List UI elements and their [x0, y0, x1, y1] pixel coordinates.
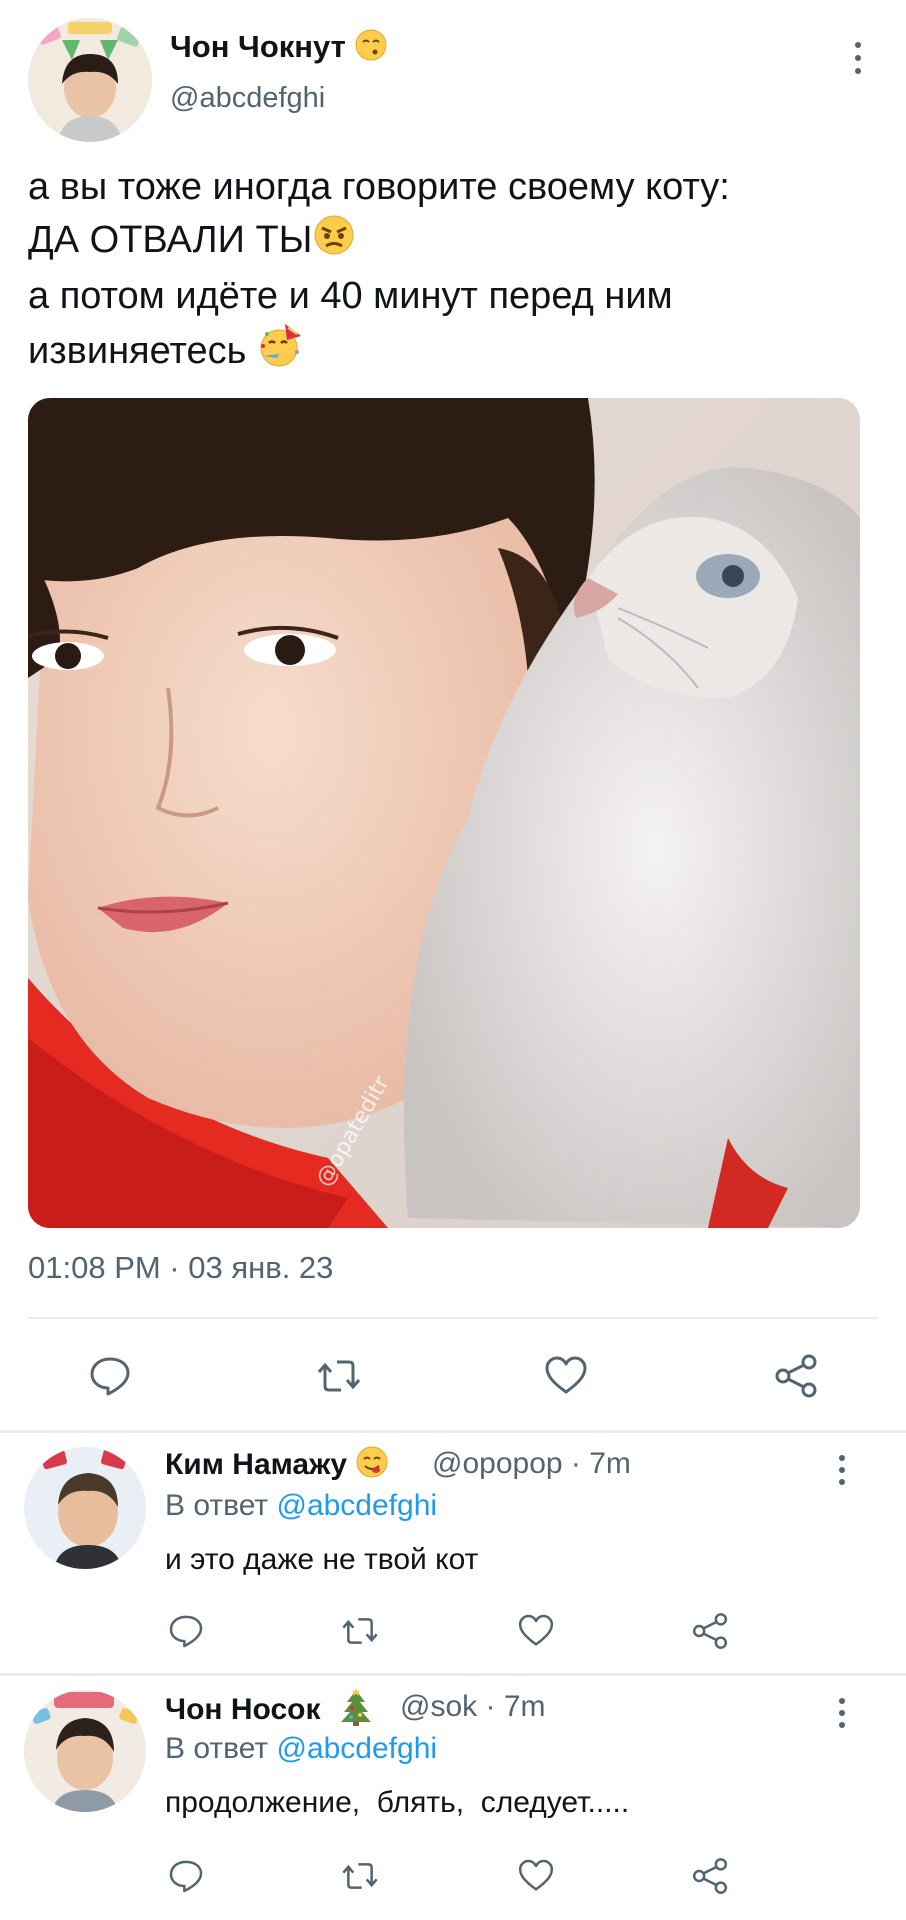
reply-time[interactable]: 7m [504, 1690, 546, 1723]
reply-handle[interactable]: @sok [400, 1690, 477, 1723]
more-options-icon[interactable] [846, 42, 870, 74]
like-icon[interactable] [542, 1352, 590, 1400]
reply-icon[interactable] [166, 1611, 206, 1651]
tweet-line-2-text: ДА ОТВАЛИ ТЫ [28, 219, 313, 262]
author-name[interactable]: Чон Чокнут [170, 28, 388, 70]
reply-time[interactable]: 7m [589, 1447, 631, 1480]
main-tweet: Чон Чокнут @abcdefghi а вы тоже иногда г… [0, 0, 906, 1430]
reply-prefix: В ответ [165, 1732, 269, 1765]
author-handle[interactable]: @abcdefghi [170, 82, 325, 115]
like-icon[interactable] [516, 1611, 556, 1651]
tweet-text: а вы тоже иногда говорите своему коту: Д… [28, 162, 888, 384]
reply-handle[interactable]: @opopop [432, 1447, 563, 1480]
reply-to-1: В ответ @abcdefghi [165, 1489, 437, 1523]
reply-author-name-2[interactable]: Чон Носок [165, 1688, 373, 1734]
face-savoring-food-emoji [355, 1445, 389, 1487]
reply-meta-1: @opopop · 7m [432, 1447, 631, 1480]
like-icon[interactable] [516, 1856, 556, 1896]
tweet-timestamp[interactable]: 01:08 PM · 03 янв. 23 [28, 1250, 333, 1286]
retweet-icon[interactable] [340, 1611, 380, 1651]
angry-face-emoji [312, 213, 356, 271]
share-icon[interactable] [690, 1611, 730, 1651]
reply-mention[interactable]: @abcdefghi [276, 1489, 437, 1522]
more-options-icon[interactable] [830, 1698, 854, 1728]
reply-prefix: В ответ [165, 1489, 269, 1522]
tweet-photo[interactable]: @opateditr [28, 398, 860, 1228]
tweet-line-2: ДА ОТВАЛИ ТЫ [28, 213, 888, 271]
reply-item-1[interactable]: Ким Намажу @opopop · 7m В ответ @abcdefg… [0, 1433, 906, 1673]
reply-avatar-1[interactable] [24, 1447, 146, 1569]
reply-author-name-1[interactable]: Ким Намажу [165, 1445, 389, 1487]
tweet-line-4-text: извиняетесь [28, 330, 247, 373]
reply-icon[interactable] [86, 1352, 134, 1400]
share-icon[interactable] [772, 1352, 820, 1400]
retweet-icon[interactable] [340, 1856, 380, 1896]
tweet-line-4: извиняетесь [28, 322, 888, 384]
reply-icon[interactable] [166, 1856, 206, 1896]
reply-to-2: В ответ @abcdefghi [165, 1732, 437, 1766]
reply-author-name-text: Ким Намажу [165, 1447, 348, 1481]
reply-avatar-2[interactable] [24, 1690, 146, 1812]
reply-text-1: и это даже не твой кот [165, 1543, 479, 1576]
partying-face-emoji [257, 322, 305, 384]
reply-mention[interactable]: @abcdefghi [276, 1732, 437, 1765]
reply-text-2: продолжение, блять, следует..... [165, 1786, 630, 1819]
tweet-line-1: а вы тоже иногда говорите своему коту: [28, 166, 730, 208]
christmas-tree-emoji [339, 1688, 373, 1734]
tweet-line-3: а потом идёте и 40 минут перед ним [28, 275, 673, 317]
author-name-text: Чон Чокнут [170, 29, 346, 65]
retweet-icon[interactable] [315, 1352, 363, 1400]
kissing-face-emoji [354, 28, 388, 70]
author-avatar[interactable] [28, 18, 152, 142]
divider [28, 1317, 878, 1319]
reply-item-2[interactable]: Чон Носок @sok · 7m В ответ @abcdefghi п… [0, 1676, 906, 1920]
reply-meta-2: @sok · 7m [400, 1690, 546, 1723]
more-options-icon[interactable] [830, 1455, 854, 1485]
share-icon[interactable] [690, 1856, 730, 1896]
reply-author-name-text: Чон Носок [165, 1692, 321, 1726]
